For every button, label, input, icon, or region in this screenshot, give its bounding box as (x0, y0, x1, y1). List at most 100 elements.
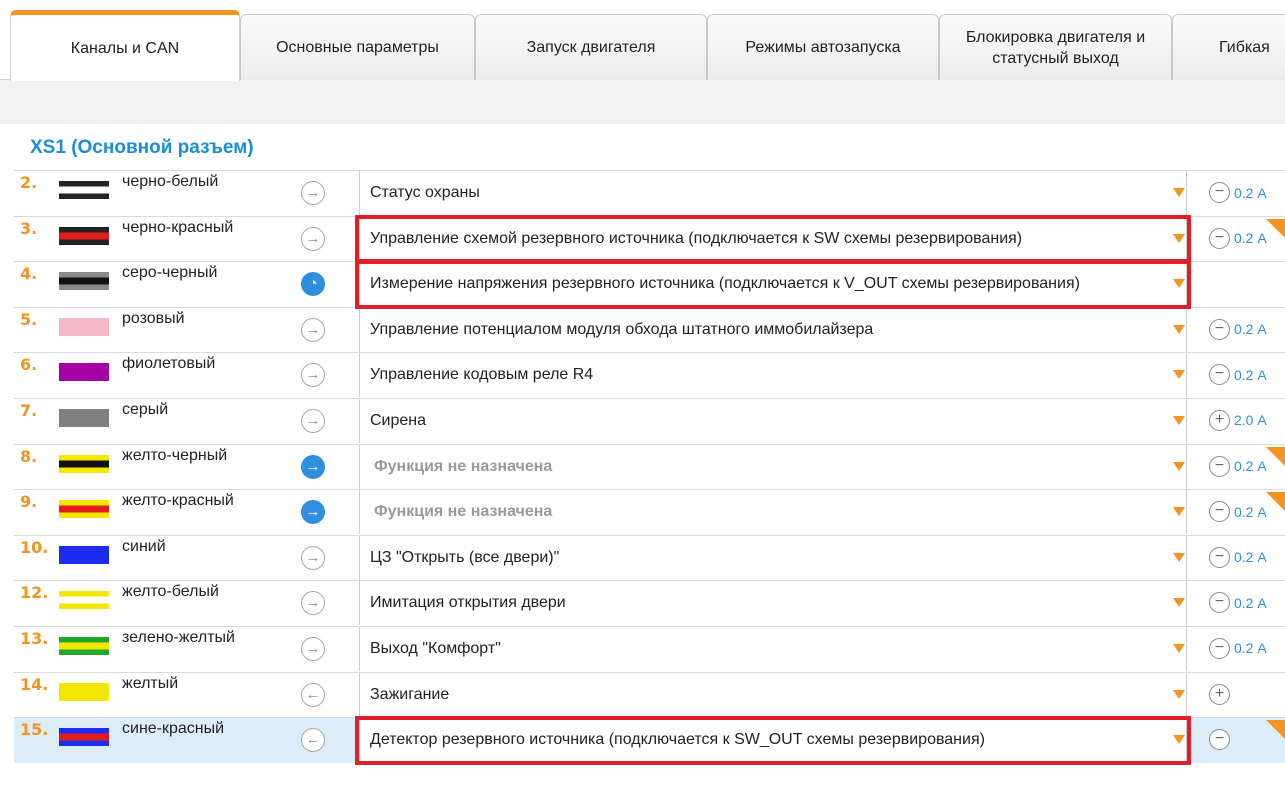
arrow-right-icon[interactable]: → (301, 636, 325, 661)
chevron-down-icon[interactable] (1173, 643, 1185, 653)
channel-number: 10. (20, 537, 49, 557)
chevron-down-icon[interactable] (1173, 735, 1185, 745)
tab-label: Каналы и CAN (70, 39, 180, 57)
tab-main-params[interactable]: Основные параметры (240, 14, 475, 80)
function-select[interactable]: Управление кодовым реле R4 (359, 353, 1187, 398)
table-row[interactable]: 7. серый → Сирена + 2.0 А (14, 397, 1285, 444)
chevron-down-icon[interactable] (1173, 507, 1185, 517)
gauge-icon[interactable]: ◔ (301, 272, 325, 297)
table-row[interactable]: 10. синий → ЦЗ "Открыть (все двери)" − 0… (14, 534, 1285, 581)
function-select[interactable]: Статус охраны (359, 171, 1187, 215)
function-select[interactable]: Сирена (359, 398, 1187, 443)
arrow-right-icon[interactable]: → (301, 454, 325, 479)
arrow-right-icon[interactable]: → (301, 363, 325, 388)
current-value[interactable]: 0.2 А (1234, 640, 1267, 656)
minus-circle-icon[interactable]: − (1209, 546, 1230, 568)
current-value[interactable]: 2.0 А (1234, 412, 1267, 428)
table-row[interactable]: 9. желто-красный → Функция не назначена … (14, 489, 1285, 535)
chevron-down-icon[interactable] (1173, 598, 1185, 608)
chevron-down-icon[interactable] (1173, 233, 1185, 243)
current-value[interactable]: 0.2 А (1234, 458, 1267, 474)
tab-label: Основные параметры (276, 39, 439, 56)
chevron-down-icon[interactable] (1173, 370, 1185, 380)
minus-circle-icon[interactable]: − (1209, 592, 1230, 614)
table-row[interactable]: 13. зелено-желтый → Выход "Комфорт" − 0.… (14, 625, 1285, 672)
table-row[interactable]: 3. черно-красный → Управление схемой рез… (14, 215, 1285, 262)
wire-color-name: желтый (122, 674, 179, 692)
function-select[interactable]: Функция не назначена (359, 490, 1187, 535)
function-select[interactable]: Управление потенциалом модуля обхода шта… (359, 307, 1187, 352)
chevron-down-icon[interactable] (1173, 689, 1185, 699)
arrow-right-icon[interactable]: → (301, 181, 325, 205)
current-value[interactable]: 0.2 А (1234, 321, 1267, 337)
channel-table: 2. черно-белый → Статус охраны − 0.2 А 3… (14, 170, 1285, 763)
plus-circle-icon[interactable]: + (1209, 409, 1230, 431)
channel-number: 15. (20, 720, 49, 740)
function-select[interactable]: Имитация открытия двери (359, 581, 1187, 626)
table-row[interactable]: 4. серо-черный ◔ Измерение напряжения ре… (14, 261, 1285, 307)
current-control: + (1209, 683, 1234, 705)
wire-color-name: зелено-желтый (122, 628, 235, 646)
minus-circle-icon[interactable]: − (1209, 637, 1230, 659)
minus-circle-icon[interactable]: − (1209, 364, 1230, 386)
current-value[interactable]: 0.2 А (1234, 595, 1267, 611)
wire-color-swatch (59, 363, 109, 382)
arrow-left-icon[interactable]: ← (301, 728, 325, 753)
current-control: − 0.2 А (1209, 501, 1267, 523)
corner-flag-icon (1266, 492, 1285, 512)
table-row[interactable]: 15. сине-красный ← Детектор резервного и… (14, 717, 1285, 763)
function-select[interactable]: Управление схемой резервного источника (… (359, 216, 1187, 261)
tab-label: Гибкая (1219, 39, 1270, 56)
current-value[interactable]: 0.2 А (1234, 367, 1267, 383)
arrow-left-icon[interactable]: ← (301, 682, 325, 707)
arrow-right-icon[interactable]: → (301, 500, 325, 525)
arrow-right-icon[interactable]: → (301, 591, 325, 616)
arrow-right-icon[interactable]: → (301, 317, 325, 342)
minus-circle-icon[interactable]: − (1209, 455, 1230, 477)
table-row[interactable]: 12. желто-белый → Имитация открытия двер… (14, 580, 1285, 626)
current-value[interactable]: 0.2 А (1234, 504, 1267, 520)
wire-color-name: сине-красный (122, 720, 225, 738)
minus-circle-icon[interactable]: − (1209, 318, 1230, 340)
chevron-down-icon[interactable] (1173, 415, 1185, 425)
minus-circle-icon[interactable]: − (1209, 729, 1230, 751)
chevron-down-icon[interactable] (1173, 324, 1185, 334)
wire-color-swatch (59, 500, 109, 519)
chevron-down-icon[interactable] (1173, 188, 1185, 197)
function-select[interactable]: Функция не назначена (359, 444, 1187, 489)
wire-color-name: розовый (122, 309, 185, 327)
tab-channels-can[interactable]: Каналы и CAN (10, 10, 240, 81)
tab-flexible[interactable]: Гибкая (1172, 14, 1285, 80)
tab-label-line2: статусный выход (992, 49, 1119, 67)
function-select[interactable]: Измерение напряжения резервного источник… (359, 262, 1187, 307)
function-select[interactable]: Детектор резервного источника (подключае… (359, 718, 1187, 763)
table-row[interactable]: 6. фиолетовый → Управление кодовым реле … (14, 352, 1285, 398)
current-value[interactable]: 0.2 А (1234, 549, 1267, 565)
channel-number: 3. (20, 218, 38, 238)
tab-label-line1: Блокировка двигателя и (965, 28, 1146, 46)
arrow-right-icon[interactable]: → (301, 545, 325, 570)
arrow-right-icon[interactable]: → (301, 226, 325, 251)
minus-circle-icon[interactable]: − (1209, 501, 1230, 523)
channel-number: 6. (20, 355, 38, 375)
function-select[interactable]: Зажигание (359, 672, 1187, 717)
tab-engine-block-status[interactable]: Блокировка двигателя и статусный выход (939, 14, 1172, 80)
wire-color-swatch (59, 545, 109, 564)
current-value[interactable]: 0.2 А (1234, 185, 1267, 201)
plus-circle-icon[interactable]: + (1209, 683, 1230, 705)
minus-circle-icon[interactable]: − (1209, 227, 1230, 249)
current-value[interactable]: 0.2 А (1234, 230, 1267, 246)
chevron-down-icon[interactable] (1173, 461, 1185, 471)
table-row[interactable]: 5. розовый → Управление потенциалом моду… (14, 306, 1285, 353)
tab-autostart-modes[interactable]: Режимы автозапуска (707, 14, 939, 80)
table-row[interactable]: 2. черно-белый → Статус охраны − 0.2 А (14, 170, 1285, 216)
chevron-down-icon[interactable] (1173, 552, 1185, 562)
table-row[interactable]: 8. желто-черный → Функция не назначена −… (14, 443, 1285, 490)
chevron-down-icon[interactable] (1173, 279, 1185, 289)
tab-engine-start[interactable]: Запуск двигателя (475, 14, 707, 80)
function-select[interactable]: Выход "Комфорт" (359, 626, 1187, 671)
arrow-right-icon[interactable]: → (301, 408, 325, 433)
table-row[interactable]: 14. желтый ← Зажигание + (14, 671, 1285, 718)
minus-circle-icon[interactable]: − (1209, 182, 1230, 203)
function-select[interactable]: ЦЗ "Открыть (все двери)" (359, 535, 1187, 580)
